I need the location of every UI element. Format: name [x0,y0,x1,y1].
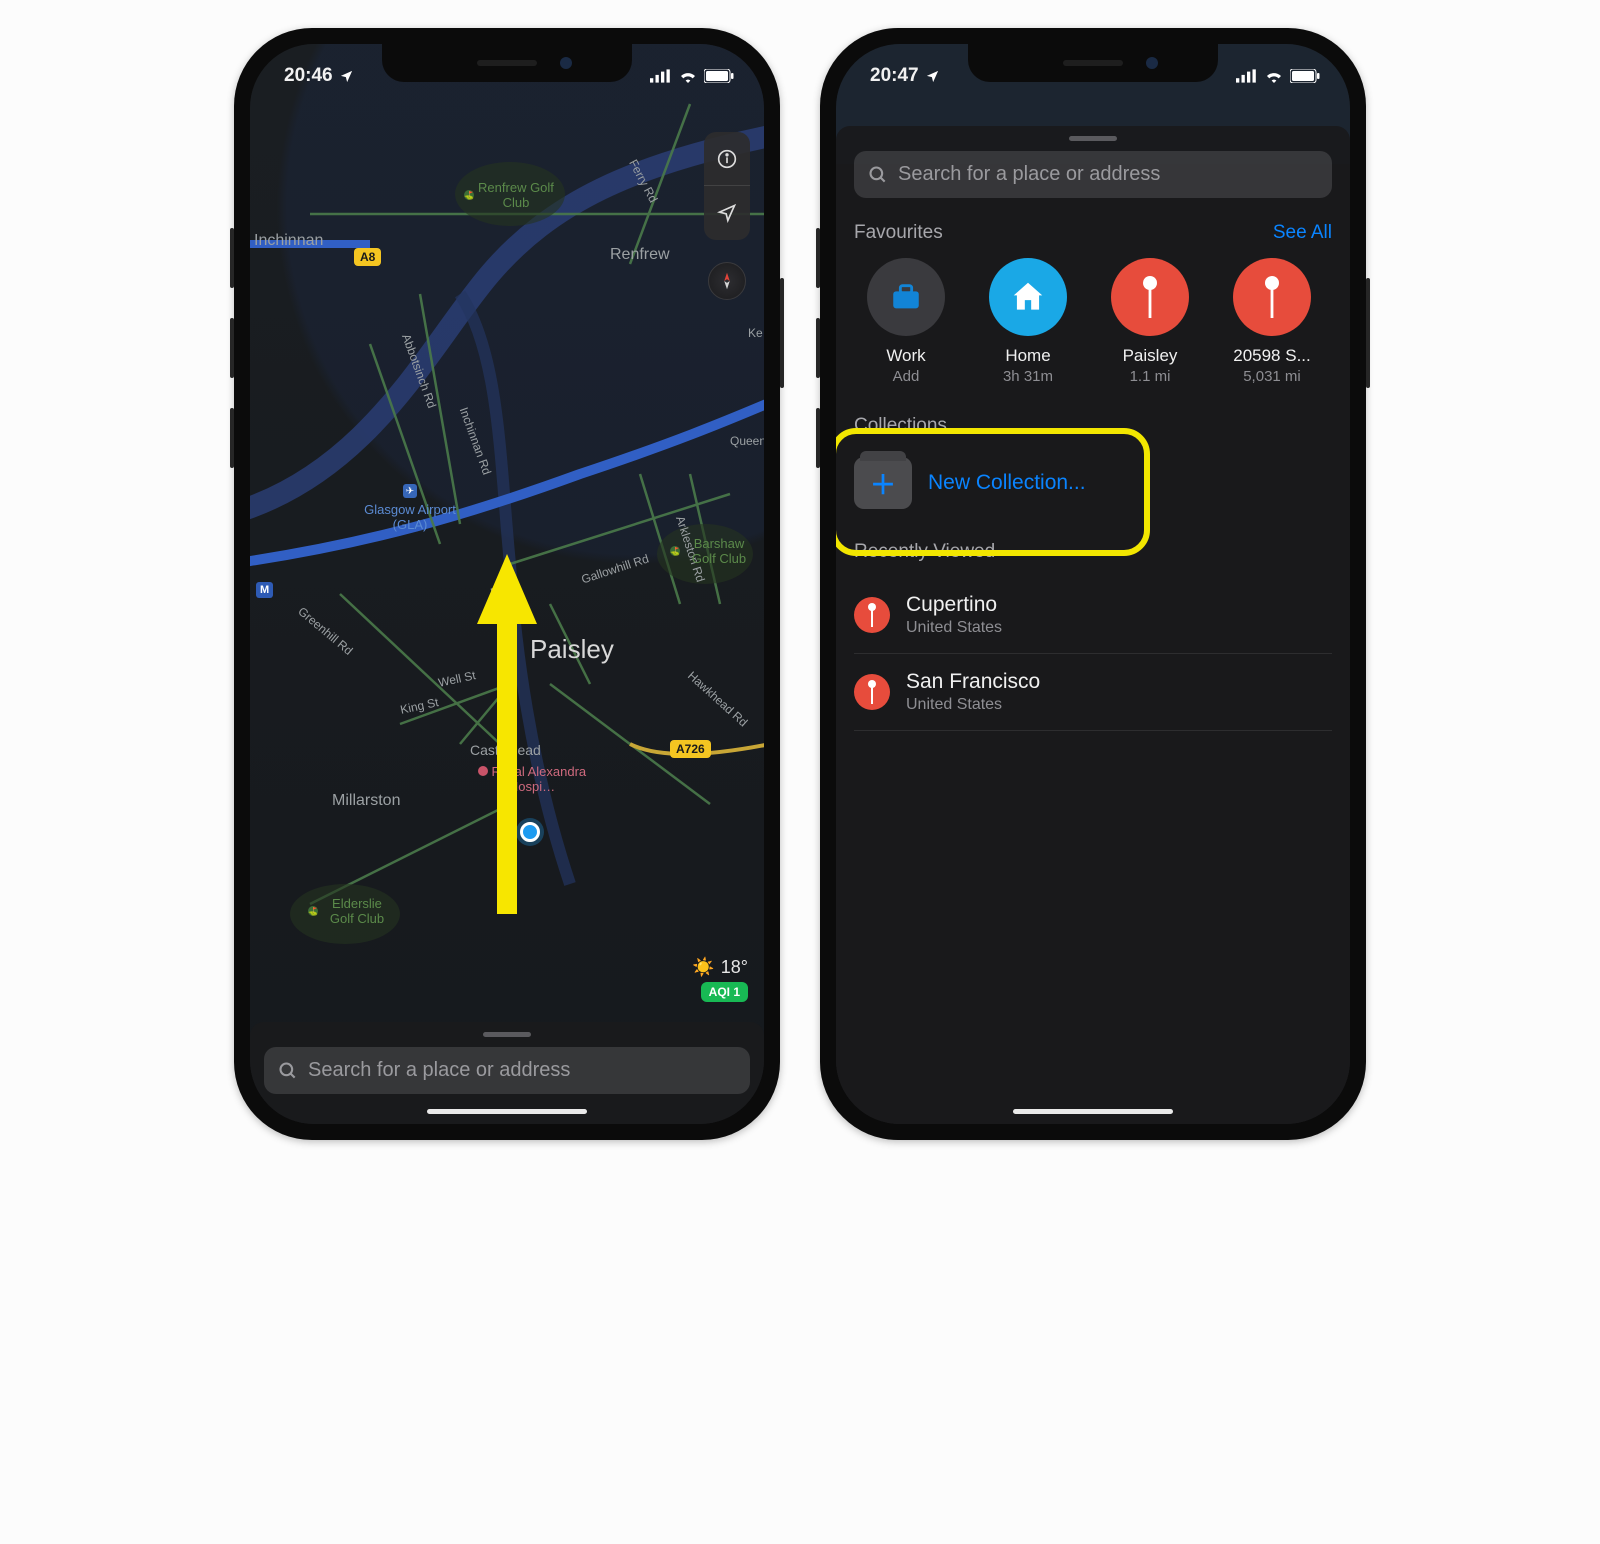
phone-left: 20:46 [234,28,780,1140]
favourites-row: Work Add Home 3h 31m Paisley 1.1 mi [854,258,1332,385]
search-sheet-expanded[interactable]: Search for a place or address Favourites… [836,126,1350,1124]
location-indicator-icon [339,69,354,84]
pin-icon [1233,258,1311,336]
aqi-badge: AQI 1 [701,982,748,1002]
favourite-paisley[interactable]: Paisley 1.1 mi [1098,258,1202,385]
pin-icon [854,597,890,633]
road-shield-a726: A726 [670,740,711,758]
compass-button[interactable] [708,262,746,300]
search-field[interactable]: Search for a place or address [264,1047,750,1094]
favourites-header: Favourites [854,222,943,244]
search-icon [868,165,888,185]
map-label-inchinnan: Inchinnan [254,232,323,250]
favourite-20598s[interactable]: 20598 S... 5,031 mi [1220,258,1324,385]
weather-temp: 18° [721,957,748,978]
map-label-renfrew: Renfrew [610,246,670,264]
wifi-icon [1264,69,1284,83]
battery-icon [704,69,734,83]
briefcase-icon [867,258,945,336]
search-placeholder: Search for a place or address [898,163,1160,186]
status-time: 20:47 [870,65,919,87]
device-notch [968,44,1218,82]
battery-icon [1290,69,1320,83]
map-controls [704,132,750,240]
screen-left: 20:46 [250,44,764,1124]
search-field[interactable]: Search for a place or address [854,151,1332,198]
map-label-ke: Ke [748,326,763,340]
device-notch [382,44,632,82]
poi-renfrew-golf[interactable]: ⛳Renfrew Golf Club [464,180,554,210]
collections-header: Collections [854,415,947,437]
pin-icon [1111,258,1189,336]
new-collection-label: New Collection... [928,471,1086,495]
plus-icon: ＋ [870,465,896,502]
favourite-home[interactable]: Home 3h 31m [976,258,1080,385]
swipe-up-arrow-annotation [477,554,537,914]
search-icon [278,1061,298,1081]
search-placeholder: Search for a place or address [308,1059,570,1082]
collection-folder-icon: ＋ [854,457,912,509]
map-label-paisley: Paisley [530,634,614,665]
status-time: 20:46 [284,65,333,87]
map-info-button[interactable] [704,132,750,186]
sun-icon: ☀️ [692,957,714,978]
pin-icon [854,674,890,710]
new-collection-button[interactable]: ＋ New Collection... [854,451,1332,521]
map-label-millarston: Millarston [332,792,400,810]
house-icon [989,258,1067,336]
weather-widget[interactable]: ☀️ 18° AQI 1 [692,957,748,1002]
location-indicator-icon [925,69,940,84]
poi-airport[interactable]: ✈Glasgow Airport (GLA) [360,484,460,532]
sheet-drag-handle[interactable] [1069,136,1117,141]
home-indicator[interactable] [1013,1109,1173,1114]
road-shield-m: M [256,582,273,598]
map-label-queen: Queen [730,434,764,448]
poi-barshaw-golf[interactable]: ⛳Barshaw Golf Club [670,536,754,566]
cellular-icon [1236,69,1258,83]
sheet-drag-handle[interactable] [483,1032,531,1037]
favourite-work[interactable]: Work Add [854,258,958,385]
recent-item-sanfrancisco[interactable]: San Francisco United States [854,654,1332,731]
screen-right: 20:47 Search for a place or address Favo… [836,44,1350,1124]
recently-viewed-header: Recently Viewed [854,541,995,563]
recent-item-cupertino[interactable]: Cupertino United States [854,577,1332,654]
poi-elderslie-golf[interactable]: ⛳Elderslie Golf Club [308,896,392,926]
phone-right: 20:47 Search for a place or address Favo… [820,28,1366,1140]
see-all-link[interactable]: See All [1273,222,1332,244]
wifi-icon [678,69,698,83]
map-locate-button[interactable] [704,186,750,240]
home-indicator[interactable] [427,1109,587,1114]
cellular-icon [650,69,672,83]
road-shield-a8: A8 [354,248,381,266]
